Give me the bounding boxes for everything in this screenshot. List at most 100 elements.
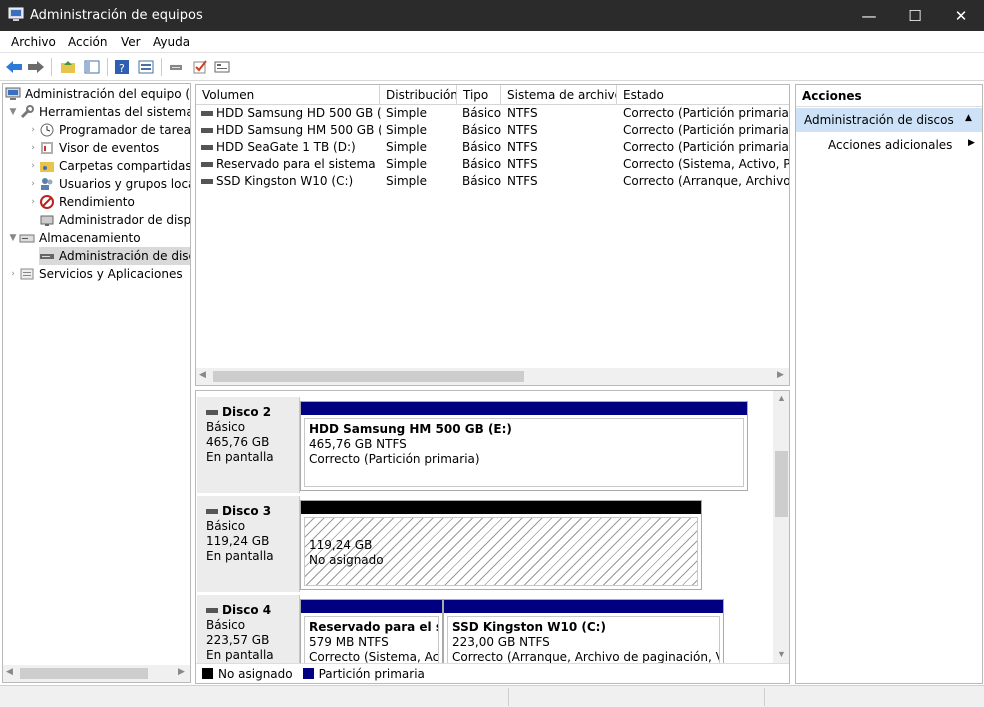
collapsed-arrow-icon[interactable]: › (7, 269, 19, 279)
scrollbar-thumb[interactable] (213, 371, 524, 382)
legend-swatch-unallocated (202, 668, 213, 679)
scrollbar-thumb[interactable] (20, 668, 148, 679)
partition-content: HDD Samsung HM 500 GB (E:) 465,76 GB NTF… (304, 418, 744, 487)
collapsed-arrow-icon[interactable]: › (27, 161, 39, 171)
connect-icon[interactable] (166, 57, 186, 77)
tree-item-admin-discos[interactable]: Administración de discos (39, 247, 190, 265)
disk-3-label[interactable]: Disco 3 Básico 119,24 GB En pantalla (197, 496, 300, 592)
column-header-sistema-archivos[interactable]: Sistema de archivos (501, 85, 617, 105)
close-button[interactable]: ✕ (938, 0, 984, 31)
toolbar-separator (107, 58, 108, 76)
collapsed-arrow-icon[interactable]: › (27, 179, 39, 189)
check-icon[interactable] (190, 57, 210, 77)
legend: No asignado Partición primaria (196, 663, 789, 683)
volume-list: Volumen Distribución Tipo Sistema de arc… (195, 84, 790, 386)
collapsed-arrow-icon[interactable]: › (27, 143, 39, 153)
scroll-right-arrow-icon[interactable]: ▶ (777, 369, 784, 380)
partition-content: 119,24 GB No asignado (304, 517, 698, 586)
action-more-actions[interactable]: Acciones adicionales ▶ (796, 135, 982, 155)
volume-cell: Correcto (Partición primaria) (623, 140, 790, 154)
disk-status: En pantalla (206, 450, 274, 464)
disk-name: Disco 2 (222, 405, 272, 419)
volume-row[interactable]: SSD Kingston W10 (C:) Simple Básico NTFS Cor… (196, 173, 789, 190)
partition-e[interactable]: HDD Samsung HM 500 GB (E:) 465,76 GB NTF… (300, 401, 748, 491)
show-hide-tree-icon[interactable] (82, 57, 102, 77)
tree-root-label: Administración del equipo (local) (25, 87, 191, 101)
scroll-up-arrow-icon[interactable]: ▲ (777, 393, 786, 403)
scroll-down-arrow-icon[interactable]: ▼ (777, 649, 786, 659)
help-icon[interactable]: ? (112, 57, 132, 77)
tree-item-label: Usuarios y grupos locales (59, 177, 190, 191)
collapse-up-icon[interactable]: ▲ (965, 113, 972, 123)
volume-row[interactable]: Reservado para el sistema Simple Básico NTF… (196, 156, 789, 173)
tree-item-visor[interactable]: › Visor de eventos (27, 139, 159, 157)
disk-graphical-view: Disco 2 Básico 465,76 GB En pantalla HDD… (195, 390, 790, 684)
column-header-volumen[interactable]: Volumen (196, 85, 380, 105)
view-icon[interactable] (212, 57, 232, 77)
collapsed-arrow-icon[interactable]: › (27, 125, 39, 135)
volume-row[interactable]: HDD SeaGate 1 TB (D:) Simple Básico NTFS Cor… (196, 139, 790, 156)
submenu-arrow-icon: ▶ (968, 138, 975, 148)
tree-item-servicios[interactable]: › Servicios y Aplicaciones (7, 265, 182, 283)
scroll-left-arrow-icon[interactable]: ◀ (199, 369, 206, 380)
menu-ver[interactable]: Ver (121, 35, 141, 49)
disk-vertical-scrollbar[interactable]: ▲ ▼ (773, 391, 789, 663)
volume-row[interactable]: HDD Samsung HD 500 GB (F:) Simple Básico NT… (196, 105, 789, 122)
partition-unallocated[interactable]: 119,24 GB No asignado (300, 500, 702, 590)
column-header-distribucion[interactable]: Distribución (380, 85, 457, 105)
back-icon[interactable] (4, 57, 24, 77)
legend-label: Partición primaria (318, 666, 425, 681)
volume-cell: Básico (462, 157, 502, 171)
volume-cell: Simple (386, 123, 427, 137)
tree-item-programador[interactable]: › Programador de tareas (27, 121, 190, 139)
volume-cell: HDD Samsung HD 500 GB (F:) (216, 106, 381, 120)
maximize-button[interactable]: ☐ (892, 0, 938, 31)
tree-item-label: Carpetas compartidas (59, 159, 191, 173)
disk-2-label[interactable]: Disco 2 Básico 465,76 GB En pantalla (197, 397, 300, 493)
scroll-right-arrow-icon[interactable]: ▶ (178, 666, 185, 677)
collapsed-arrow-icon[interactable]: › (27, 197, 39, 207)
svg-text:?: ? (119, 62, 125, 75)
shared-folder-icon (39, 158, 55, 174)
tree-root[interactable]: Administración del equipo (local) (5, 85, 191, 103)
scrollbar-thumb[interactable] (775, 451, 788, 517)
volume-cell: Básico (462, 140, 502, 154)
partition-bar (301, 501, 701, 514)
expanded-arrow-icon[interactable]: ▼ (7, 233, 19, 243)
tree-item-rendimiento[interactable]: › Rendimiento (27, 193, 135, 211)
menu-ayuda[interactable]: Ayuda (153, 35, 190, 49)
column-header-tipo[interactable]: Tipo (457, 85, 501, 105)
volume-icon (201, 128, 213, 133)
column-header-estado[interactable]: Estado (617, 85, 789, 105)
scroll-left-arrow-icon[interactable]: ◀ (6, 666, 13, 677)
disk-size: 465,76 GB (206, 435, 270, 449)
volume-cell: Simple (386, 174, 427, 188)
partition-bar (301, 600, 442, 613)
users-icon (39, 176, 55, 192)
disk-icon (206, 608, 218, 613)
volume-cell: Básico (462, 174, 502, 188)
title-bar: Administración de equipos — ☐ ✕ (0, 0, 984, 31)
up-folder-icon[interactable] (58, 57, 78, 77)
tree-item-admin-dispositivos[interactable]: Administrador de dispositivos (39, 211, 190, 229)
partition-title: HDD Samsung HM 500 GB (E:) (309, 422, 512, 436)
tree-horizontal-scrollbar[interactable]: ◀ ▶ (3, 665, 190, 682)
forward-icon[interactable] (26, 57, 46, 77)
volume-icon (201, 162, 213, 167)
tree-item-almacenamiento[interactable]: ▼ Almacenamiento (7, 229, 141, 247)
expanded-arrow-icon[interactable]: ▼ (7, 107, 19, 117)
tree-item-herramientas[interactable]: ▼ Herramientas del sistema (7, 103, 190, 121)
properties-icon[interactable] (136, 57, 156, 77)
minimize-button[interactable]: — (846, 0, 892, 31)
tree-item-usuarios[interactable]: › Usuarios y grupos locales (27, 175, 190, 193)
computer-icon (5, 86, 21, 102)
volume-horizontal-scrollbar[interactable]: ◀ ▶ (196, 368, 789, 385)
actions-pane: Acciones Administración de discos ▲ Acci… (795, 84, 983, 684)
volume-cell: NTFS (507, 123, 538, 137)
menu-accion[interactable]: Acción (68, 35, 107, 49)
volume-row[interactable]: HDD Samsung HM 500 GB (E:) Simple Básico NT… (196, 122, 789, 139)
actions-section-disk-management[interactable]: Administración de discos ▲ (796, 108, 982, 132)
menu-archivo[interactable]: Archivo (11, 35, 56, 49)
tree-item-carpetas[interactable]: › Carpetas compartidas (27, 157, 191, 175)
disk-status: En pantalla (206, 648, 274, 662)
